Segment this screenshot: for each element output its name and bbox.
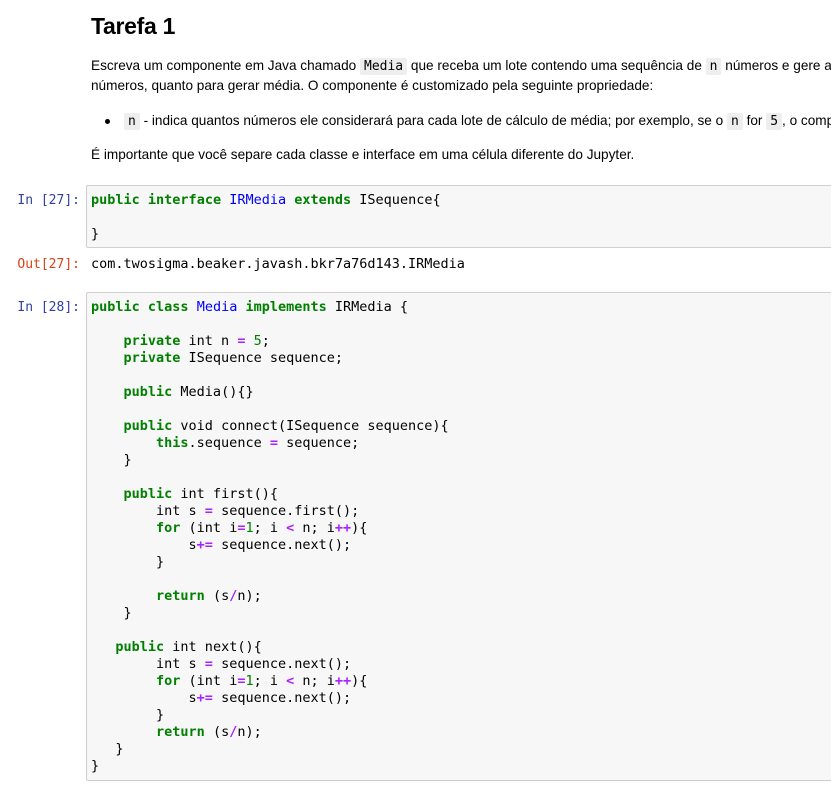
paragraph-2: É importante que você separe cada classe…	[91, 147, 635, 162]
page-title: Tarefa 1	[91, 13, 176, 39]
bullet-dot	[105, 119, 110, 124]
bullet-text: n - indica quantos números ele considera…	[124, 113, 831, 130]
inline-code-n: n	[124, 113, 140, 130]
input-prompt: In [28]:	[17, 300, 80, 315]
code-editor[interactable]: public interface IRMedia extends ISequen…	[87, 186, 831, 243]
paragraph-line-1: Escreva um componente em Java chamado Me…	[91, 56, 831, 76]
inline-code-media: Media	[360, 58, 408, 75]
code-editor[interactable]: public class Media implements IRMedia { …	[87, 293, 831, 775]
paragraph-line-2: números, quanto para gerar média. O comp…	[91, 78, 654, 93]
output-prompt: Out[27]:	[17, 257, 80, 272]
inline-code-5: 5	[766, 113, 783, 130]
inline-code-n: n	[705, 58, 722, 75]
code-cell-input[interactable]: public interface IRMedia extends ISequen…	[86, 185, 831, 248]
text-span: números e gere a	[721, 58, 831, 73]
text-span: Escreva um componente em Java chamado	[91, 58, 360, 73]
text-span: que receba um lote contendo uma sequênci…	[407, 58, 706, 73]
text-span: , o comp	[782, 113, 831, 128]
cell-output: com.twosigma.beaker.javash.bkr7a76d143.I…	[91, 256, 465, 272]
text-span: for	[742, 113, 767, 128]
input-prompt: In [27]:	[17, 193, 80, 208]
text-span: - indica quantos números ele considerará…	[139, 113, 727, 128]
inline-code-n: n	[726, 113, 743, 130]
code-cell-input[interactable]: public class Media implements IRMedia { …	[86, 292, 831, 781]
